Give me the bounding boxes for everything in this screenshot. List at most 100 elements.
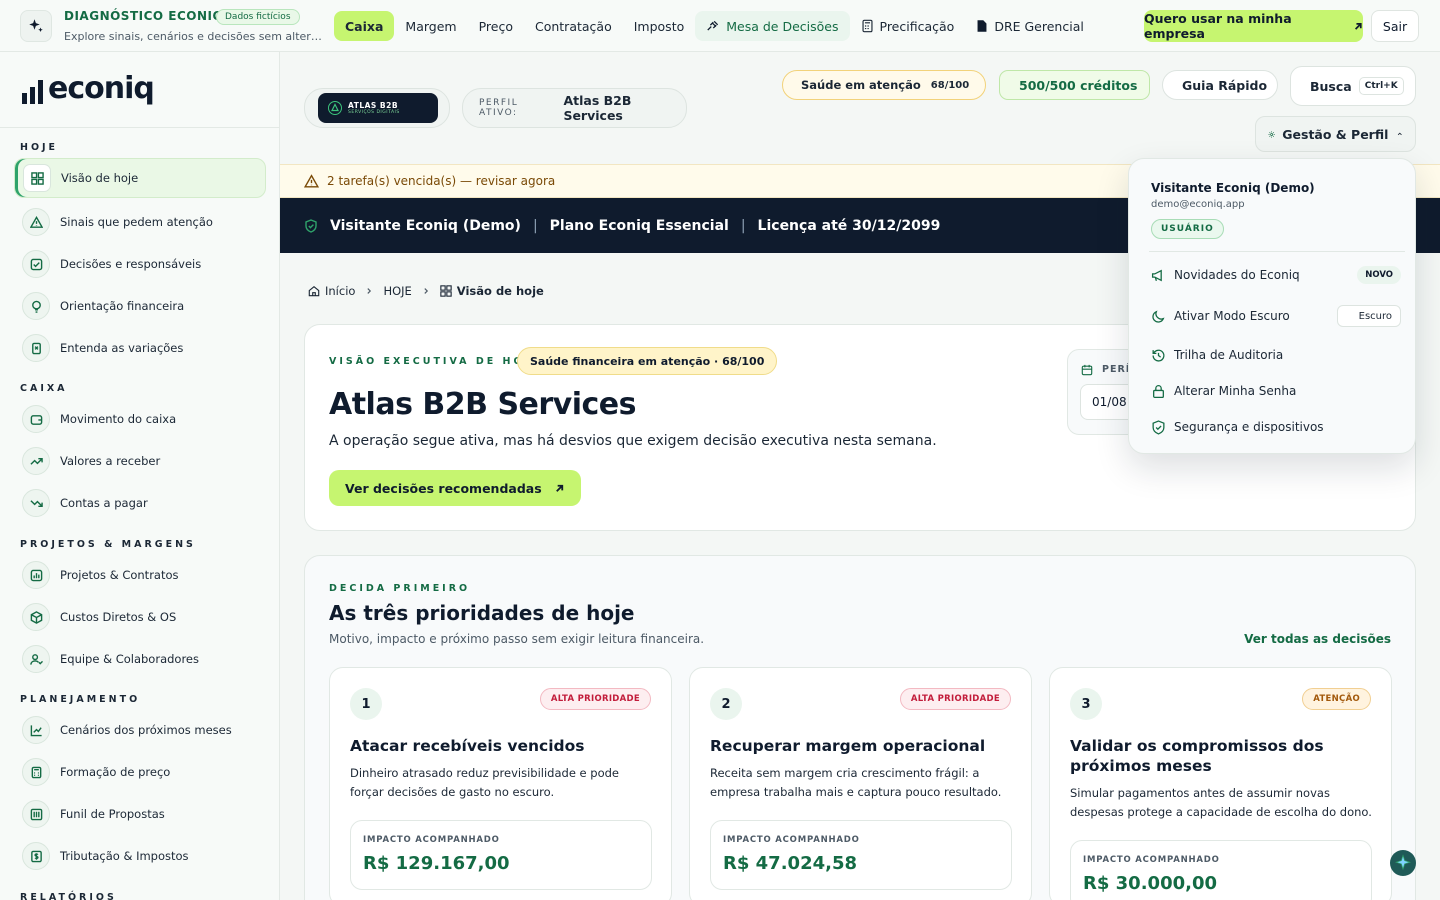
nav-contratacao[interactable]: Contratação [524, 11, 623, 41]
sparkle-icon [1395, 854, 1411, 871]
econiq-logo[interactable]: econiq [22, 74, 155, 104]
fictitious-data-badge: Dados fictícios [216, 9, 300, 25]
sidebar-item-variacoes[interactable]: Entenda as variações [14, 328, 266, 368]
health-status-button[interactable]: Saúde em atenção 68/100 [782, 70, 986, 100]
nav-preco[interactable]: Preço [468, 11, 524, 41]
logout-button[interactable]: Sair [1371, 10, 1419, 42]
sidebar-item-sinais[interactable]: Sinais que pedem atenção [14, 202, 266, 242]
sidebar-item-formacao-preco[interactable]: Formação de preço [14, 752, 266, 792]
megaphone-icon [1151, 269, 1162, 281]
priority-title: Validar os compromissos dos próximos mes… [1070, 737, 1324, 775]
nav-label: DRE Gerencial [994, 18, 1084, 34]
sidebar-item-label: Sinais que pedem atenção [60, 215, 213, 229]
lightbulb-icon [22, 292, 50, 320]
breadcrumb-home[interactable]: Início [308, 284, 355, 298]
nav-imposto[interactable]: Imposto [623, 11, 696, 41]
menu-item-label: Novidades do Econiq [1174, 268, 1300, 282]
priority-card-3[interactable]: 3 ATENÇÃO Validar os compromissos dos pr… [1049, 667, 1392, 900]
dropdown-user-email: demo@econiq.app [1151, 199, 1245, 210]
nav-dre-gerencial[interactable]: DRE Gerencial [965, 11, 1095, 41]
calendar-icon [1081, 364, 1093, 376]
grid-icon [440, 285, 452, 297]
grid-icon [23, 164, 51, 192]
menu-item-novidades[interactable]: Novidades do Econiq NOVO [1151, 263, 1401, 287]
sidebar-item-decisoes[interactable]: Decisões e responsáveis [14, 244, 266, 284]
new-badge: NOVO [1357, 266, 1401, 284]
credits-button[interactable]: 500/500 créditos [999, 70, 1150, 100]
top-nav: Caixa Margem Preço Contratação Imposto M… [334, 11, 1095, 41]
nav-label: Margem [405, 18, 457, 34]
nav-caixa[interactable]: Caixa [334, 11, 395, 41]
recommended-decisions-button[interactable]: Ver decisões recomendadas [329, 470, 581, 506]
dark-label: Escuro [1358, 310, 1392, 322]
active-profile-pill[interactable]: PERFIL ATIVO: Atlas B2B Services [462, 88, 687, 128]
lock-icon [1153, 384, 1164, 398]
priority-number: 2 [710, 688, 742, 720]
warning-icon [304, 173, 319, 188]
sidebar-item-visao-de-hoje[interactable]: Visão de hoje [14, 158, 266, 198]
breadcrumb: Início HOJE Visão de hoje [308, 284, 544, 298]
menu-item-label: Ativar Modo Escuro [1174, 309, 1290, 323]
sparkle-logo-icon[interactable] [20, 10, 52, 42]
priority-card-2[interactable]: 2 ALTA PRIORIDADE Recuperar margem opera… [689, 667, 1032, 900]
priorities-subtitle: Motivo, impacto e próximo passo sem exig… [329, 632, 705, 646]
impact-value: R$ 129.167,00 [363, 853, 510, 874]
sidebar-item-label: Contas a pagar [60, 496, 148, 510]
sidebar-item-tributacao[interactable]: Tributação & Impostos [14, 836, 266, 876]
use-in-company-button[interactable]: Quero usar na minha empresa [1144, 10, 1363, 42]
section-planejamento: PLANEJAMENTO [20, 694, 141, 705]
moon-icon [1347, 312, 1354, 319]
shield-check-icon [1152, 419, 1165, 435]
sidebar-item-custos-diretos[interactable]: Custos Diretos & OS [14, 597, 266, 637]
menu-item-change-password[interactable]: Alterar Minha Senha [1151, 379, 1401, 403]
priority-description: Receita sem margem cria crescimento frág… [710, 766, 1002, 799]
user-check-icon [22, 645, 50, 673]
sidebar-item-cenarios[interactable]: Cenários dos próximos meses [14, 710, 266, 750]
health-score: 68/100 [930, 79, 970, 91]
sidebar-item-projetos-contratos[interactable]: Projetos & Contratos [14, 555, 266, 595]
company-logo-pill[interactable]: ATLAS B2B SERVIÇOS DIGITAIS [304, 88, 450, 128]
search-button[interactable]: Busca Ctrl+K [1290, 66, 1416, 106]
chart-box-icon [22, 561, 50, 589]
guide-label: Guia Rápido [1182, 77, 1268, 93]
dropdown-user-name: Visitante Econiq (Demo) [1151, 181, 1315, 195]
license-plan: Plano Econiq Essencial [549, 217, 729, 234]
gavel-icon [707, 20, 719, 31]
menu-item-audit-trail[interactable]: Trilha de Auditoria [1151, 343, 1401, 367]
sidebar-item-movimento-caixa[interactable]: Movimento do caixa [14, 399, 266, 439]
nav-margem[interactable]: Margem [394, 11, 467, 41]
sidebar-item-contas-pagar[interactable]: Contas a pagar [14, 483, 266, 523]
breadcrumb-current: Visão de hoje [440, 284, 544, 298]
sidebar-item-equipe[interactable]: Equipe & Colaboradores [14, 639, 266, 679]
menu-item-security[interactable]: Segurança e dispositivos [1151, 415, 1401, 439]
menu-item-label: Alterar Minha Senha [1174, 384, 1297, 398]
divider [1149, 251, 1405, 252]
sidebar-item-label: Projetos & Contratos [60, 568, 179, 582]
view-all-decisions-link[interactable]: Ver todas as decisões [1244, 632, 1391, 646]
diagnostic-title: DIAGNÓSTICO ECONIQ [64, 9, 224, 23]
dark-mode-toggle[interactable]: Escuro [1336, 305, 1401, 327]
nav-precificacao[interactable]: Precificação [850, 11, 966, 41]
company-logo-title: ATLAS B2B [348, 101, 399, 110]
variation-icon [22, 334, 50, 362]
quick-guide-button[interactable]: Guia Rápido [1162, 70, 1278, 100]
sidebar-item-orientacao[interactable]: Orientação financeira [14, 286, 266, 326]
priority-card-1[interactable]: 1 ALTA PRIORIDADE Atacar recebíveis venc… [329, 667, 672, 900]
sidebar: econiq HOJE Visão de hoje Sinais que ped… [0, 52, 280, 900]
menu-item-dark-mode[interactable]: Ativar Modo Escuro Escuro [1151, 304, 1401, 328]
nav-mesa-decisoes[interactable]: Mesa de Decisões [695, 11, 850, 41]
moon-icon [1152, 310, 1165, 323]
company-logo: ATLAS B2B SERVIÇOS DIGITAIS [318, 93, 438, 123]
cta-label: Quero usar na minha empresa [1144, 11, 1292, 41]
user-role-badge: USUÁRIO [1151, 219, 1224, 239]
triangle-logo-icon [328, 101, 342, 115]
sidebar-item-funil-propostas[interactable]: Funil de Propostas [14, 794, 266, 834]
impact-value: R$ 47.024,58 [723, 853, 857, 874]
separator: | [532, 217, 538, 234]
manage-profile-button[interactable]: Gestão & Perfil [1255, 116, 1416, 152]
period-value: 01/08 [1092, 395, 1127, 409]
assistant-fab[interactable] [1390, 850, 1416, 876]
bars-logo-icon [22, 80, 43, 104]
breadcrumb-section[interactable]: HOJE [383, 284, 411, 298]
sidebar-item-valores-receber[interactable]: Valores a receber [14, 441, 266, 481]
